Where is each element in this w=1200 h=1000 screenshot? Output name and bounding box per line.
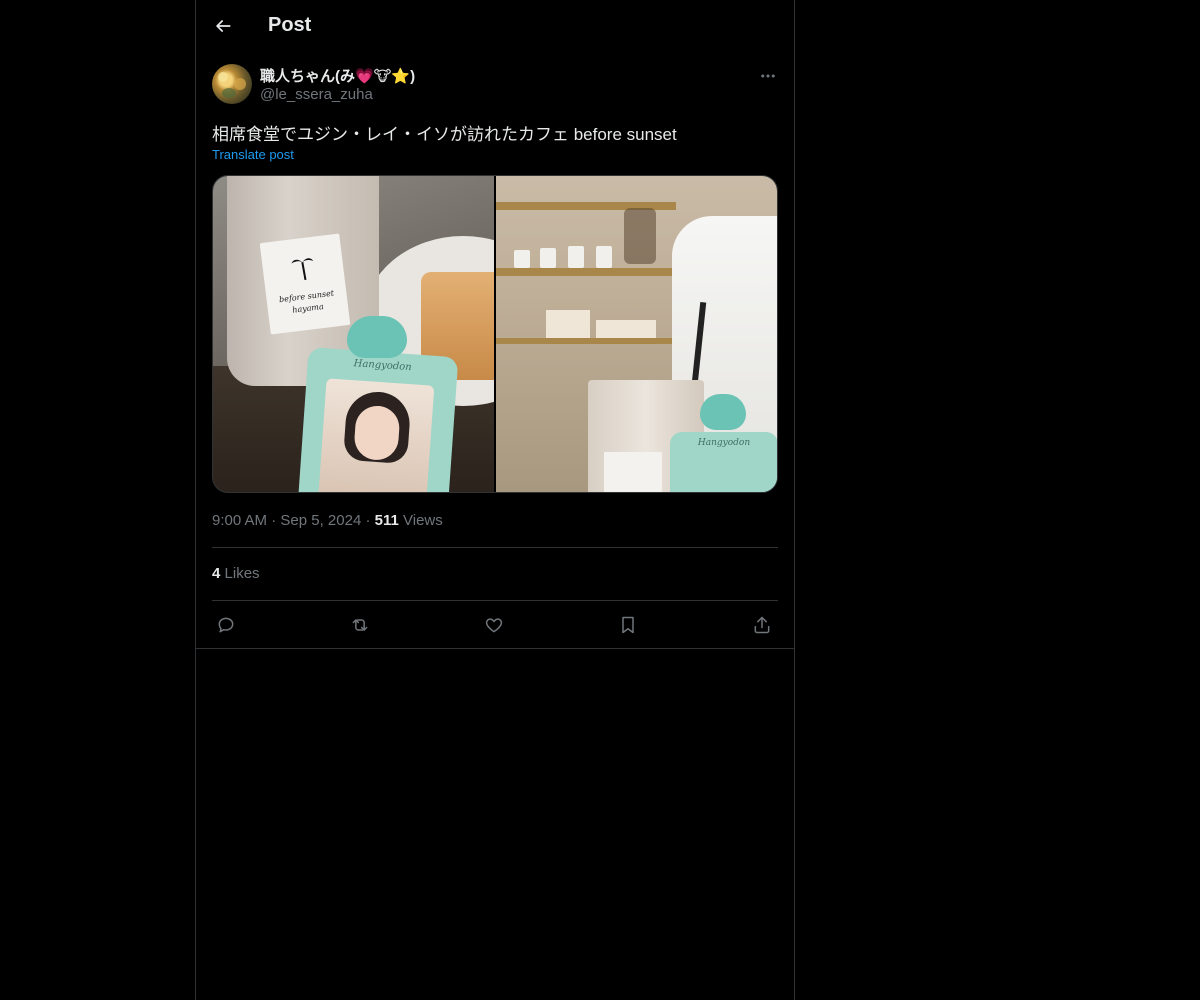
divider bbox=[212, 547, 778, 548]
paper-box bbox=[546, 310, 590, 338]
divider bbox=[212, 600, 778, 601]
author-display-name[interactable]: 職人ちゃん(み💗🐮⭐) bbox=[260, 65, 415, 86]
avatar[interactable] bbox=[212, 64, 252, 104]
likes-count: 4 bbox=[212, 565, 221, 582]
keychain-label: Hangyodon bbox=[353, 358, 412, 374]
cup-label bbox=[604, 452, 662, 492]
post-detail-column: Post 職人ちゃん(み💗🐮⭐) @le_ssera_zuha 相席食堂でユジン… bbox=[195, 0, 795, 1000]
shelf-bottom bbox=[496, 338, 676, 344]
hangyodon-charm bbox=[700, 394, 746, 430]
mug bbox=[596, 246, 612, 268]
back-button[interactable] bbox=[206, 9, 240, 43]
photocard-holder: Hangyodon bbox=[670, 432, 777, 492]
keychain-label: Hangyodon bbox=[697, 438, 751, 448]
bookmark-icon bbox=[622, 616, 634, 634]
meta-separator: · bbox=[271, 512, 281, 529]
likes-stat[interactable]: 4 Likes bbox=[212, 565, 260, 582]
arrow-left-icon bbox=[216, 20, 231, 32]
page-title: Post bbox=[268, 14, 312, 36]
views-label: Views bbox=[403, 512, 443, 529]
author-handle[interactable]: @le_ssera_zuha bbox=[260, 86, 373, 103]
cup-label: before sunset hayama bbox=[259, 233, 351, 335]
meta-separator: · bbox=[365, 512, 375, 529]
post-bottom-border bbox=[196, 648, 794, 649]
post-photo-1[interactable]: before sunset hayama Hangyodon bbox=[213, 176, 494, 492]
mug bbox=[540, 248, 556, 268]
post-date[interactable]: Sep 5, 2024 bbox=[280, 512, 361, 529]
shelf-middle bbox=[496, 268, 676, 276]
glass-jar bbox=[624, 208, 656, 264]
post-media: before sunset hayama Hangyodon Hangyodon bbox=[212, 175, 778, 493]
repost-icon bbox=[352, 619, 368, 631]
reply-button[interactable] bbox=[212, 611, 240, 639]
mug bbox=[568, 246, 584, 268]
photocard-holder: Hangyodon bbox=[297, 346, 459, 492]
translate-post-link[interactable]: Translate post bbox=[212, 147, 294, 162]
more-horizontal-icon bbox=[761, 74, 775, 78]
palm-tree-icon bbox=[289, 253, 316, 282]
more-options-button[interactable] bbox=[756, 64, 780, 88]
post-text: 相席食堂でユジン・レイ・イソが訪れたカフェ before sunset bbox=[212, 125, 677, 144]
post-time[interactable]: 9:00 AM bbox=[212, 512, 267, 529]
likes-label: Likes bbox=[224, 565, 260, 582]
bookmark-button[interactable] bbox=[614, 611, 642, 639]
repost-button[interactable] bbox=[346, 611, 374, 639]
paper-box bbox=[596, 320, 656, 338]
post-photo-2[interactable]: Hangyodon bbox=[496, 176, 777, 492]
reply-icon bbox=[218, 617, 234, 633]
photocard bbox=[318, 378, 435, 492]
views-count: 511 bbox=[374, 512, 399, 529]
mug bbox=[514, 250, 530, 268]
post-actions bbox=[212, 611, 778, 639]
like-button[interactable] bbox=[480, 611, 508, 639]
share-button[interactable] bbox=[748, 611, 776, 639]
post-header: Post bbox=[196, 0, 794, 54]
heart-icon bbox=[485, 618, 503, 633]
share-icon bbox=[754, 616, 770, 634]
post-meta: 9:00 AM · Sep 5, 2024 · 511 Views bbox=[212, 512, 443, 529]
hangyodon-charm bbox=[347, 316, 407, 358]
